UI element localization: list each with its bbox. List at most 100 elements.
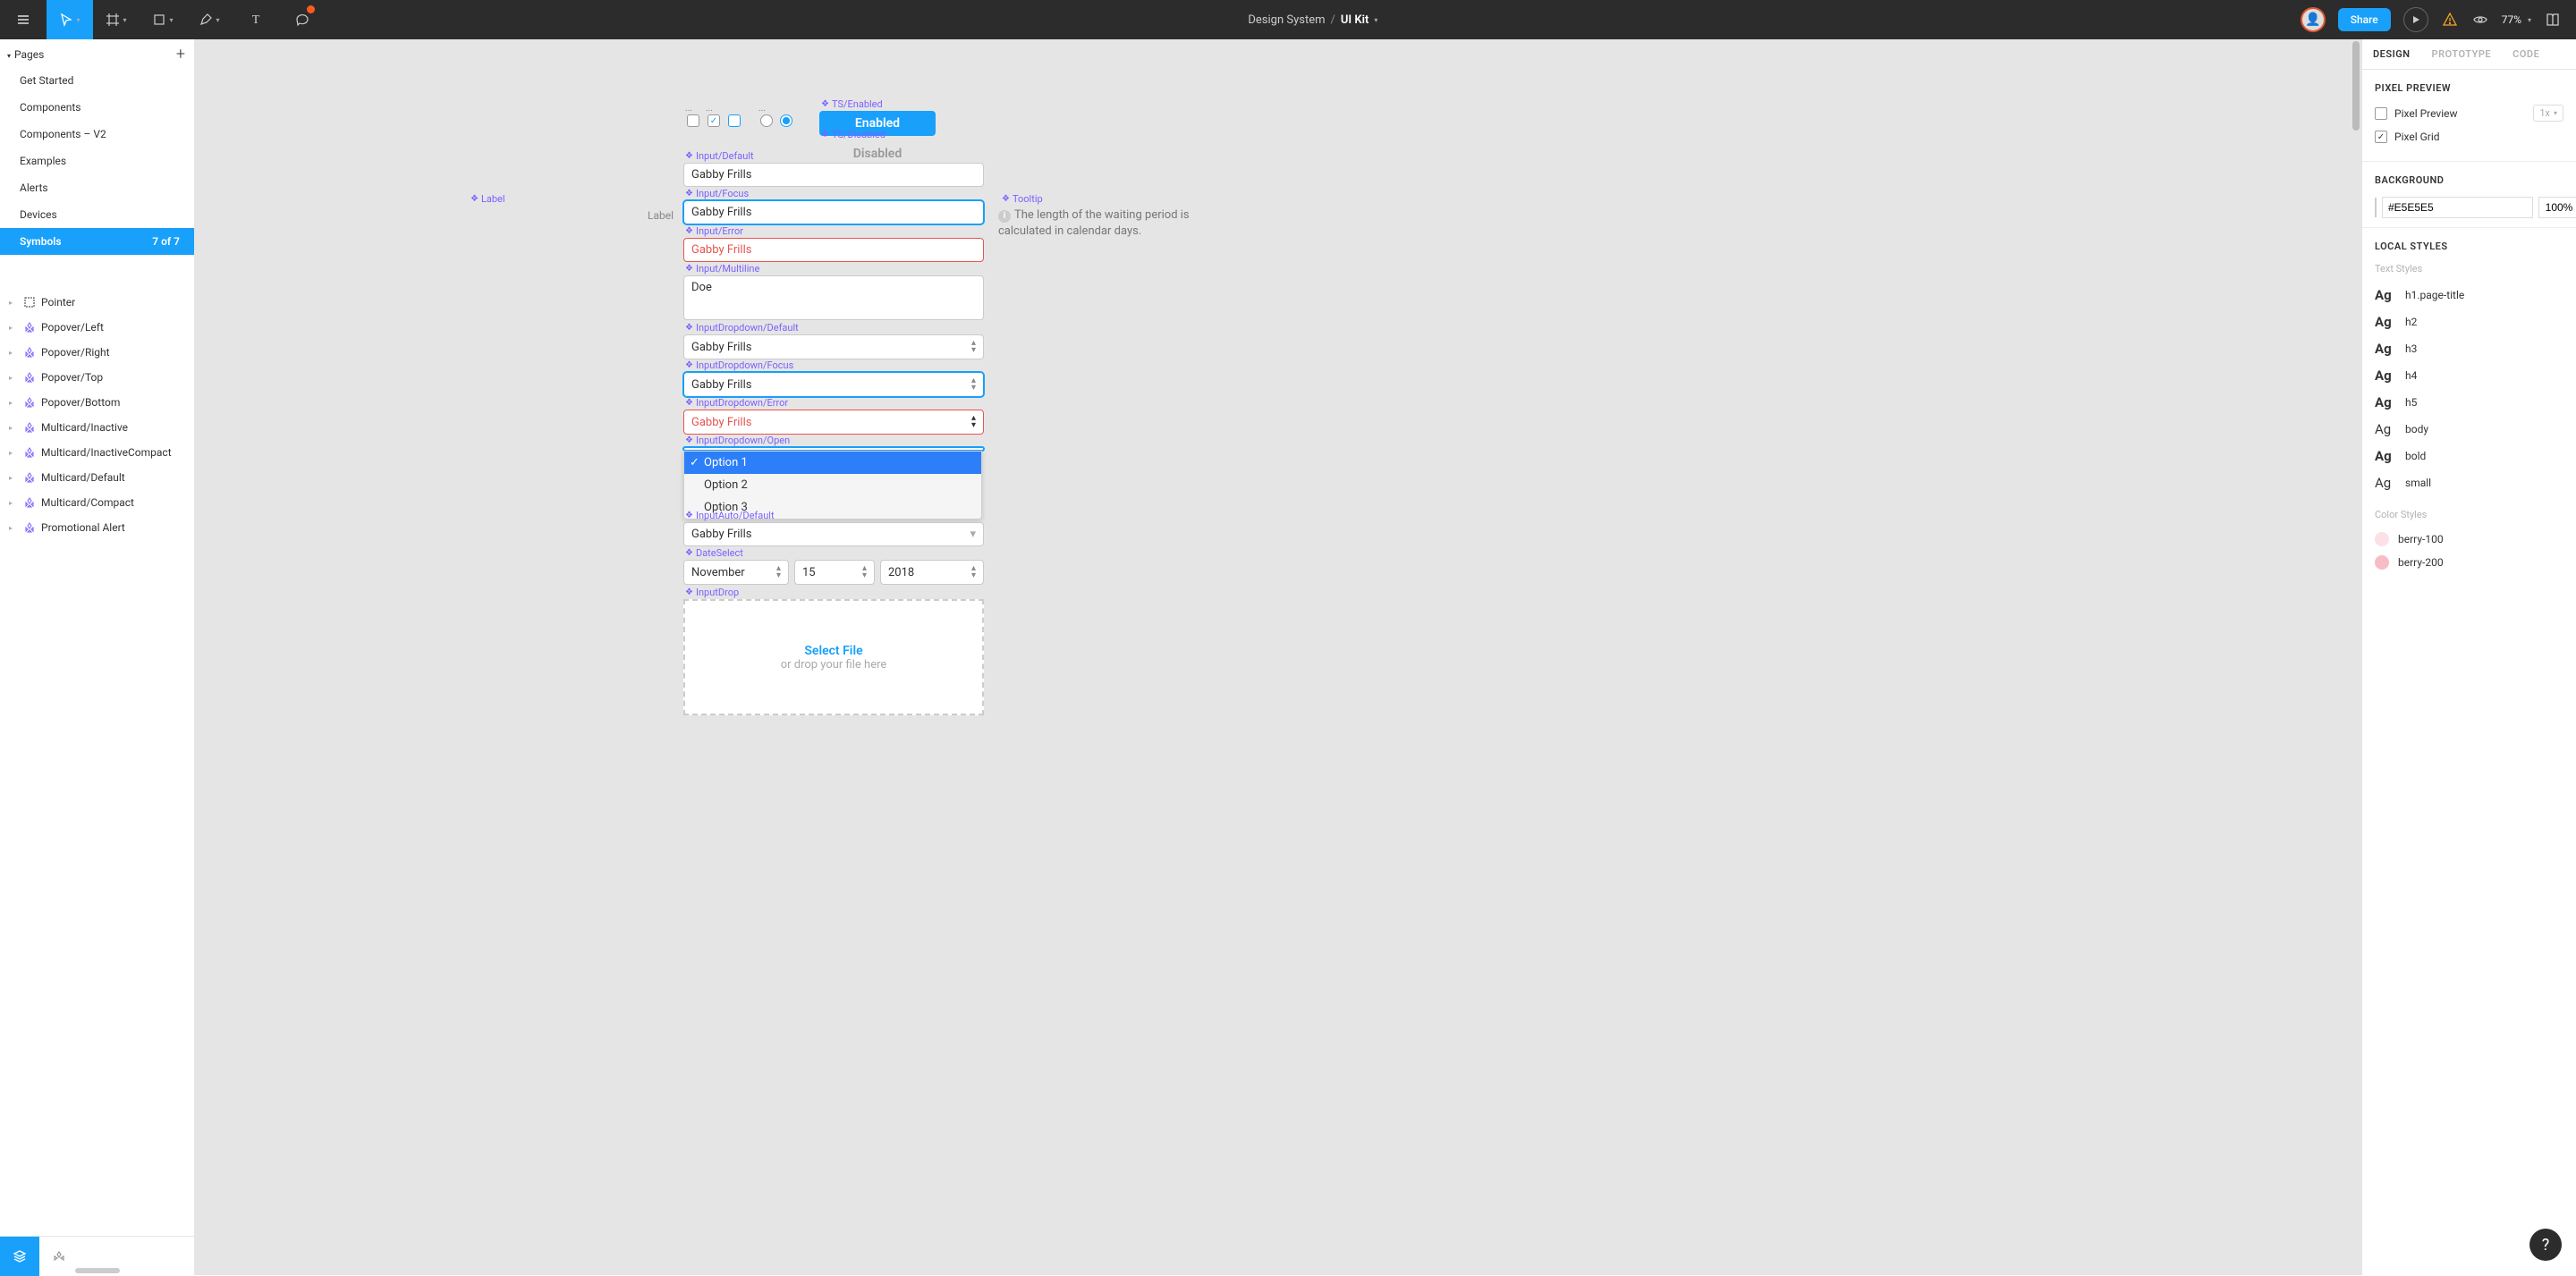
dropdown-option[interactable]: Option 2 (684, 474, 981, 496)
scrollbar-horizontal[interactable] (75, 1268, 120, 1273)
assets-tab[interactable] (39, 1237, 79, 1276)
page-item-symbols[interactable]: Symbols 7 of 7 (0, 228, 194, 255)
file-drop-area[interactable]: Select File or drop your file here (683, 599, 984, 715)
layer-item[interactable]: ▸Multicard/Compact (0, 490, 194, 515)
layer-item[interactable]: ▸Pointer (0, 290, 194, 315)
component-label[interactable]: InputAuto/Default (685, 510, 775, 521)
frame-tool[interactable]: ▾ (93, 0, 140, 39)
sort-icon: ▴▾ (971, 377, 976, 392)
component-label[interactable]: InputDropdown/Default (685, 322, 799, 334)
text-style-item[interactable]: Agh3 (2375, 335, 2563, 362)
page-item[interactable]: Components – V2 (0, 121, 194, 148)
component-label[interactable]: Label (470, 193, 505, 205)
text-style-item[interactable]: Agh1.page-title (2375, 282, 2563, 308)
canvas[interactable]: ... ... ... TS/Enabled Enabled TS/Disabl… (195, 39, 2361, 1275)
present-button[interactable] (2403, 7, 2428, 32)
preview-scale-select[interactable]: 1x▾ (2533, 105, 2563, 122)
checkbox-focus[interactable] (728, 114, 741, 127)
page-item[interactable]: Devices (0, 201, 194, 228)
bg-opacity-input[interactable] (2538, 197, 2576, 218)
share-button[interactable]: Share (2338, 8, 2391, 31)
dropdown-default[interactable]: Gabby Frills▴▾ (683, 334, 984, 359)
page-item[interactable]: Get Started (0, 67, 194, 94)
checkbox-checked[interactable] (708, 114, 720, 127)
dropdown-error[interactable]: Gabby Frills▴▾ (683, 410, 984, 435)
text-style-item[interactable]: Agbold (2375, 443, 2563, 469)
tooltip-content: iThe length of the waiting period is cal… (998, 207, 1204, 240)
breadcrumb[interactable]: Design System / UI Kit ▾ (326, 13, 2301, 27)
pixel-grid-checkbox[interactable] (2375, 131, 2387, 143)
input-error[interactable]: Gabby Frills (683, 238, 984, 262)
layer-item[interactable]: ▸Popover/Right (0, 340, 194, 365)
comment-tool[interactable] (279, 0, 326, 39)
radio-unchecked[interactable] (760, 114, 773, 127)
component-label[interactable]: InputDrop (685, 587, 739, 598)
text-style-item[interactable]: Agbody (2375, 416, 2563, 443)
component-icon (23, 446, 36, 459)
component-icon (23, 346, 36, 359)
tab-prototype[interactable]: PROTOTYPE (2421, 39, 2503, 69)
layer-item[interactable]: ▸Popover/Top (0, 365, 194, 390)
date-year[interactable]: 2018▴▾ (880, 560, 984, 585)
page-item[interactable]: Examples (0, 148, 194, 174)
warning-icon[interactable] (2441, 12, 2459, 28)
text-tool[interactable]: T (233, 0, 279, 39)
checkbox-unchecked[interactable] (687, 114, 699, 127)
library-icon[interactable] (2544, 12, 2562, 28)
layer-item[interactable]: ▸Multicard/Default (0, 465, 194, 490)
component-label[interactable]: Input/Default (685, 150, 754, 162)
text-style-item[interactable]: Agsmall (2375, 469, 2563, 496)
tab-code[interactable]: CODE (2502, 39, 2550, 69)
color-style-item[interactable]: berry-100 (2375, 528, 2563, 551)
layers-tab[interactable] (0, 1237, 39, 1276)
input-default[interactable]: Gabby Frills (683, 163, 984, 187)
menu-button[interactable] (0, 0, 47, 39)
component-label[interactable]: InputDropdown/Open (685, 435, 790, 446)
radio-checked[interactable] (780, 114, 792, 127)
component-label[interactable]: InputDropdown/Focus (685, 359, 793, 371)
input-auto[interactable]: Gabby Frills▾ (683, 522, 984, 546)
component-label[interactable]: TS/Disabled (821, 129, 886, 140)
component-label[interactable]: Tooltip (1002, 193, 1043, 205)
component-label[interactable]: InputDropdown/Error (685, 397, 788, 409)
bg-hex-input[interactable] (2382, 197, 2533, 218)
chevron-down-icon: ▾ (169, 16, 173, 24)
visibility-icon[interactable] (2471, 12, 2489, 28)
add-page-button[interactable]: + (176, 45, 185, 63)
shape-tool[interactable]: ▾ (140, 0, 186, 39)
text-style-item[interactable]: Agh4 (2375, 362, 2563, 389)
tab-design[interactable]: DESIGN (2362, 39, 2421, 69)
bg-swatch[interactable] (2375, 198, 2377, 217)
text-style-item[interactable]: Agh2 (2375, 308, 2563, 335)
component-label[interactable]: Input/Focus (685, 188, 749, 199)
date-month[interactable]: November▴▾ (683, 560, 789, 585)
component-label[interactable]: Input/Error (685, 225, 743, 237)
pages-toggle[interactable]: ▾Pages (7, 48, 44, 61)
layer-item[interactable]: ▸Multicard/InactiveCompact (0, 440, 194, 465)
color-swatch (2375, 532, 2389, 546)
move-tool[interactable]: ▾ (47, 0, 93, 39)
layer-item[interactable]: ▸Multicard/Inactive (0, 415, 194, 440)
input-multiline[interactable]: Doe (683, 275, 984, 320)
sort-icon: ▴▾ (971, 340, 976, 354)
date-day[interactable]: 15▴▾ (794, 560, 875, 585)
input-focus[interactable]: Gabby Frills (683, 200, 984, 224)
dropdown-option[interactable]: Option 1 (684, 452, 981, 474)
layer-item[interactable]: ▸Popover/Left (0, 315, 194, 340)
text-style-item[interactable]: Agh5 (2375, 389, 2563, 416)
info-icon: i (998, 210, 1011, 223)
pixel-preview-checkbox[interactable] (2375, 107, 2387, 120)
page-item[interactable]: Components (0, 94, 194, 121)
pen-tool[interactable]: ▾ (186, 0, 233, 39)
layer-item[interactable]: ▸Popover/Bottom (0, 390, 194, 415)
color-style-item[interactable]: berry-200 (2375, 551, 2563, 574)
component-label[interactable]: DateSelect (685, 547, 743, 559)
component-label[interactable]: Input/Multiline (685, 263, 759, 275)
layer-item[interactable]: ▸Promotional Alert (0, 515, 194, 540)
page-item[interactable]: Alerts (0, 174, 194, 201)
avatar[interactable]: 👤 (2301, 7, 2326, 32)
component-label[interactable]: TS/Enabled (821, 98, 883, 110)
dropdown-focus[interactable]: Gabby Frills▴▾ (683, 372, 984, 397)
zoom-control[interactable]: 77% ▾ (2502, 13, 2531, 26)
help-button[interactable]: ? (2529, 1229, 2562, 1261)
